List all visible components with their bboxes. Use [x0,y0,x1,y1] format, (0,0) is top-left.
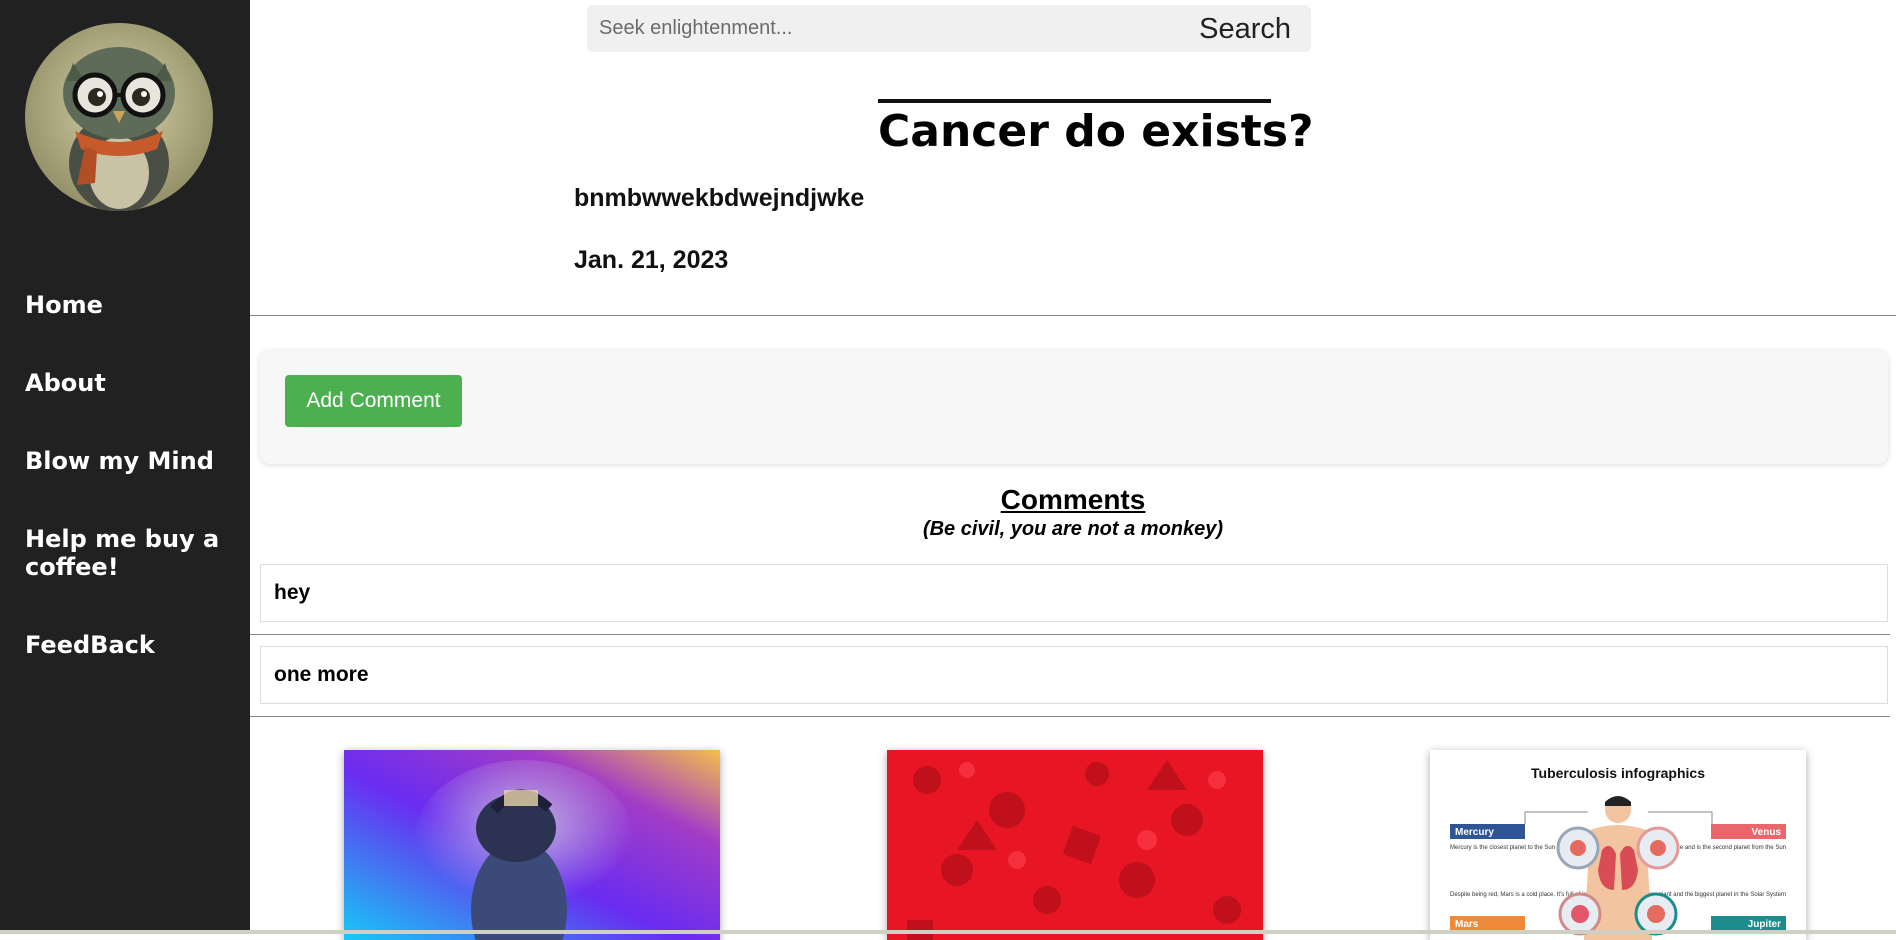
related-post-infographic[interactable]: Tuberculosis infographics Mercury Venus … [1430,750,1806,940]
comments-heading: Comments [0,484,1896,516]
title-divider [878,99,1271,103]
divider [250,716,1890,717]
add-comment-button[interactable]: Add Comment [285,375,462,427]
related-post-thumbnail[interactable] [344,750,720,940]
nav-home[interactable]: Home [25,291,235,319]
search-bar: Search [587,5,1311,52]
nav-about[interactable]: About [25,369,235,397]
infographic-label: Mars [1455,919,1479,930]
post-body: bnmbwwekbdwejndjwke [574,184,865,212]
infographic-title: Tuberculosis infographics [1531,765,1705,781]
comments-subheading-text: (Be civil, you are not a monkey) [922,518,1224,540]
comment-item: one more [260,646,1888,704]
divider [250,315,1896,316]
comment-text: hey [274,581,311,604]
comments-heading-text: Comments [1000,484,1146,515]
related-post-thumbnail[interactable] [887,750,1263,940]
search-input[interactable] [599,5,1159,52]
divider [250,634,1890,635]
page-bottom-edge [0,930,1896,934]
comment-text: one more [274,663,369,686]
add-comment-panel: Add Comment [260,350,1888,464]
infographic-label: Jupiter [1748,919,1781,930]
sidebar: Home About Blow my Mind Help me buy a co… [0,0,250,934]
nav-blow-my-mind[interactable]: Blow my Mind [25,447,235,475]
comments-subheading: (Be civil, you are not a monkey) [0,518,1896,541]
comment-item: hey [260,564,1888,622]
owl-avatar [25,23,213,211]
post-date: Jan. 21, 2023 [574,246,729,274]
post-title: Cancer do exists? [878,106,1314,157]
infographic-label: Venus [1752,827,1782,838]
search-button[interactable]: Search [1199,13,1291,46]
infographic-label: Mercury [1455,827,1494,838]
nav-feedback[interactable]: FeedBack [25,631,235,659]
